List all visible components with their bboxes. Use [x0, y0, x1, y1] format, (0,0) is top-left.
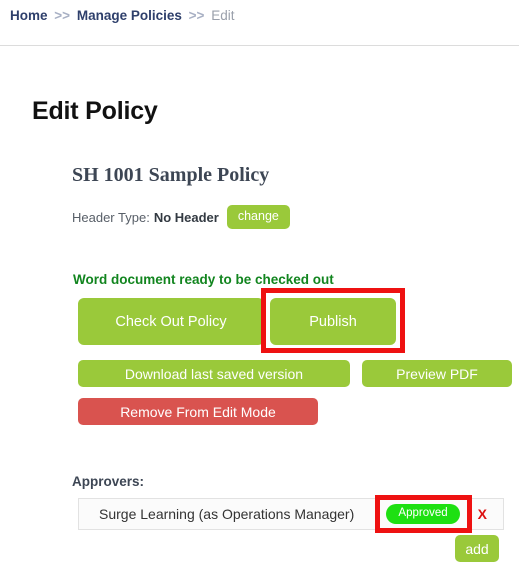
- breadcrumb-separator: >>: [188, 8, 205, 23]
- page-title: Edit Policy: [32, 97, 158, 125]
- publish-button[interactable]: Publish: [270, 298, 396, 345]
- add-approver-button[interactable]: add: [455, 535, 499, 562]
- header-type-label: Header Type:: [72, 209, 150, 225]
- approver-status-badge[interactable]: Approved: [386, 503, 460, 525]
- breadcrumb-bar: Home >> Manage Policies >> Edit: [0, 0, 519, 46]
- breadcrumb-separator: >>: [54, 8, 71, 23]
- remove-from-edit-mode-button[interactable]: Remove From Edit Mode: [78, 398, 318, 425]
- breadcrumb: Home >> Manage Policies >> Edit: [10, 8, 234, 23]
- download-last-saved-version-button[interactable]: Download last saved version: [78, 360, 350, 387]
- approver-name: Surge Learning (as Operations Manager): [99, 506, 355, 522]
- preview-pdf-button[interactable]: Preview PDF: [362, 360, 512, 387]
- remove-approver-icon[interactable]: X: [478, 506, 487, 522]
- approvers-label: Approvers:: [72, 474, 145, 489]
- change-header-type-button[interactable]: change: [226, 205, 290, 229]
- breadcrumb-item-manage-policies[interactable]: Manage Policies: [77, 8, 182, 23]
- header-type-row: Header Type: No Header change: [72, 204, 290, 230]
- check-out-policy-button[interactable]: Check Out Policy: [78, 298, 264, 345]
- breadcrumb-item-home[interactable]: Home: [10, 8, 48, 23]
- policy-name-heading: SH 1001 Sample Policy: [72, 164, 270, 186]
- document-status-message: Word document ready to be checked out: [73, 272, 334, 287]
- header-type-value: No Header: [153, 209, 219, 225]
- breadcrumb-item-edit: Edit: [211, 8, 235, 23]
- approver-row: Surge Learning (as Operations Manager) A…: [78, 498, 504, 530]
